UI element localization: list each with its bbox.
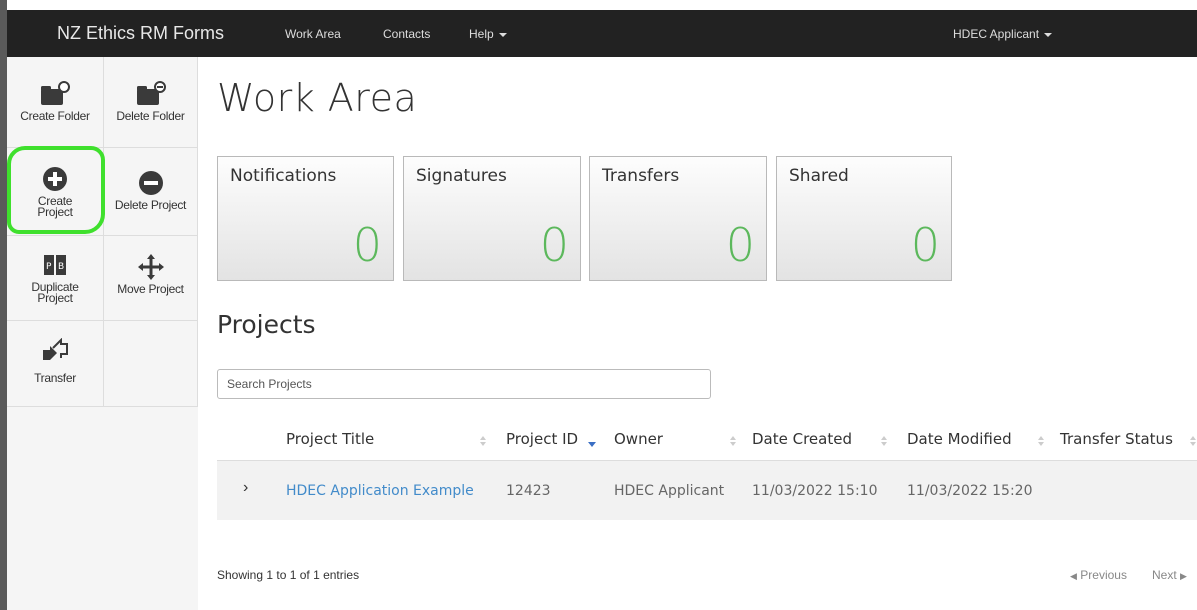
tile-label: Transfers: [602, 166, 680, 186]
folder-remove-icon: [104, 77, 197, 111]
nav-contacts[interactable]: Contacts: [383, 27, 430, 41]
column-header-project-title[interactable]: Project Title: [286, 430, 374, 448]
nav-help[interactable]: Help: [469, 27, 507, 41]
sort-icon: [1190, 436, 1196, 446]
chevron-down-icon: [1044, 32, 1053, 37]
duplicate-project-button[interactable]: PB Duplicate Project: [7, 236, 104, 321]
tile-transfers[interactable]: Transfers 0: [589, 156, 767, 281]
column-header-date-created[interactable]: Date Created: [752, 430, 852, 448]
tile-label: Shared: [789, 166, 849, 186]
delete-project-button[interactable]: Delete Project: [104, 148, 198, 236]
tile-signatures[interactable]: Signatures 0: [403, 156, 581, 281]
pager-previous[interactable]: ◀ Previous: [1070, 568, 1127, 582]
toolbar-sidebar: Create Folder Delete Folder Create Proje…: [7, 57, 198, 610]
duplicate-icon: PB: [7, 248, 103, 282]
date-created-cell: 11/03/2022 15:10: [752, 483, 878, 499]
window-top-edge: [0, 0, 1197, 10]
nav-help-label: Help: [469, 27, 494, 41]
pager-next-label: Next: [1152, 568, 1177, 582]
project-id-cell: 12423: [506, 483, 551, 499]
table-info: Showing 1 to 1 of 1 entries: [217, 568, 360, 582]
date-modified-cell: 11/03/2022 15:20: [907, 483, 1033, 499]
tool-label: Duplicate Project: [31, 280, 79, 305]
folder-add-icon: [7, 77, 103, 111]
window-left-edge: [0, 0, 7, 610]
plus-circle-icon: [7, 162, 103, 196]
brand-title[interactable]: NZ Ethics RM Forms: [57, 23, 224, 44]
tile-shared[interactable]: Shared 0: [776, 156, 952, 281]
triangle-left-icon: ◀: [1070, 571, 1077, 581]
create-project-button[interactable]: Create Project: [7, 148, 104, 236]
search-input[interactable]: [217, 369, 711, 399]
sort-icon: [881, 436, 887, 446]
tile-count: 0: [725, 218, 755, 272]
move-project-button[interactable]: Move Project: [104, 236, 198, 321]
projects-title: Projects: [217, 310, 316, 339]
nav-work-area[interactable]: Work Area: [285, 27, 341, 41]
sort-icon: [1038, 436, 1044, 446]
empty-tool-slot: [104, 321, 198, 407]
transfer-button[interactable]: Transfer: [7, 321, 104, 407]
tool-label: Delete Project: [114, 198, 187, 212]
move-icon: [104, 250, 197, 284]
minus-circle-icon: [104, 166, 197, 200]
delete-folder-button[interactable]: Delete Folder: [104, 57, 198, 148]
tool-label: Create Folder: [20, 109, 90, 123]
tile-count: 0: [539, 218, 569, 272]
sort-desc-icon: [588, 442, 596, 447]
tile-label: Signatures: [416, 166, 507, 186]
project-title-link[interactable]: HDEC Application Example: [286, 483, 474, 499]
top-navbar: NZ Ethics RM Forms Work Area Contacts He…: [7, 10, 1197, 57]
tool-label: Transfer: [34, 371, 76, 385]
column-header-transfer-status[interactable]: Transfer Status: [1060, 430, 1173, 448]
tool-label: Create Project: [37, 194, 73, 219]
column-header-owner[interactable]: Owner: [614, 430, 663, 448]
sort-icon: [730, 436, 736, 446]
chevron-down-icon: [498, 32, 507, 37]
app-frame: NZ Ethics RM Forms Work Area Contacts He…: [0, 0, 1197, 610]
transfer-icon: [7, 333, 103, 367]
user-menu-label: HDEC Applicant: [953, 27, 1040, 41]
create-folder-button[interactable]: Create Folder: [7, 57, 104, 148]
tile-count: 0: [910, 218, 940, 272]
tool-label: Move Project: [117, 282, 184, 296]
column-header-date-modified[interactable]: Date Modified: [907, 430, 1012, 448]
tile-label: Notifications: [230, 166, 337, 186]
owner-cell: HDEC Applicant: [614, 483, 725, 499]
triangle-right-icon: ▶: [1180, 571, 1187, 581]
svg-text:B: B: [58, 262, 64, 272]
svg-text:P: P: [46, 262, 52, 272]
tool-label: Delete Folder: [116, 109, 185, 123]
tile-count: 0: [352, 218, 382, 272]
pager-next[interactable]: Next ▶: [1152, 568, 1187, 582]
user-menu[interactable]: HDEC Applicant: [953, 27, 1053, 41]
column-header-project-id[interactable]: Project ID: [506, 430, 578, 448]
page-title: Work Area: [217, 76, 418, 120]
tile-notifications[interactable]: Notifications 0: [217, 156, 394, 281]
pager-previous-label: Previous: [1080, 568, 1127, 582]
expand-row-chevron-icon[interactable]: ›: [243, 479, 248, 497]
sort-icon: [480, 436, 486, 446]
